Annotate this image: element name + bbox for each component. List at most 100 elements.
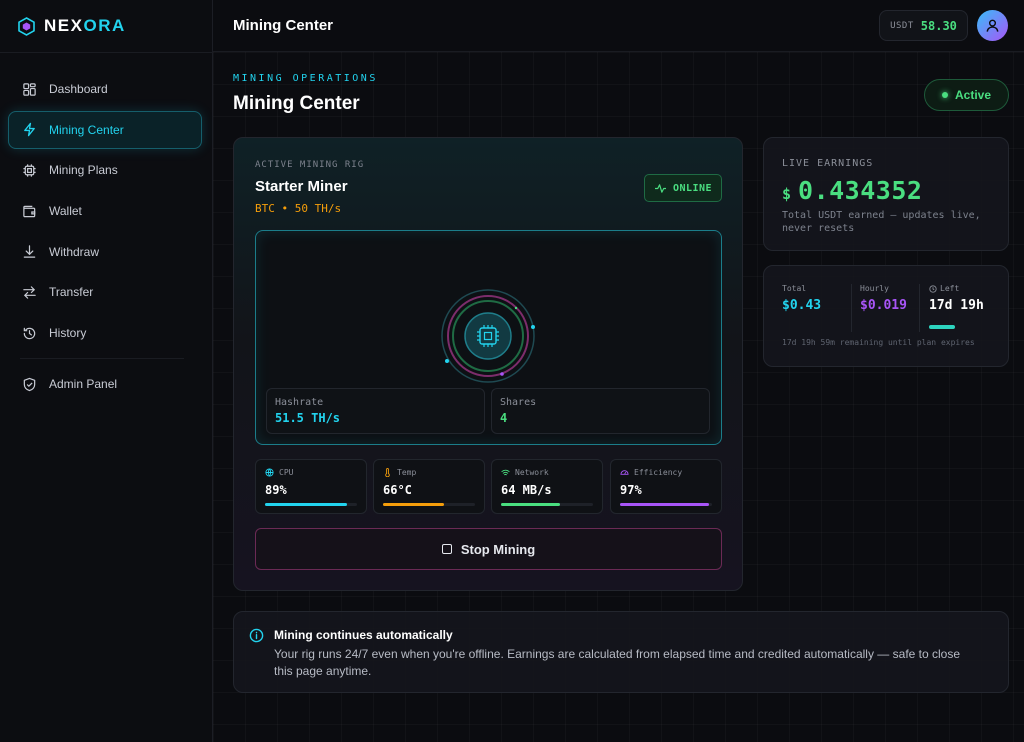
shares-stat: Shares 4: [491, 388, 710, 434]
sidebar-item-label: Withdraw: [49, 244, 100, 259]
balance-currency: USDT: [890, 20, 914, 31]
dashboard-icon: [23, 82, 36, 96]
status-badge: Active: [924, 79, 1009, 111]
rig-name: Starter Miner: [255, 178, 348, 195]
hashrate-stat: Hashrate 51.5 TH/s: [266, 388, 485, 434]
topbar-title: Mining Center: [233, 17, 333, 34]
total-label: Total: [782, 284, 807, 293]
download-icon: [23, 245, 36, 258]
sidebar-item-dashboard[interactable]: Dashboard: [8, 70, 202, 108]
sidebar-item-admin-panel[interactable]: Admin Panel: [8, 365, 202, 403]
earnings-value: 0.434352: [798, 176, 923, 205]
online-badge: ONLINE: [644, 174, 722, 202]
sidebar-item-mining-center[interactable]: Mining Center: [8, 110, 202, 149]
sidebar-item-label: History: [49, 326, 87, 341]
metric-bar: [383, 503, 475, 506]
metric-network: Network 64 MB/s: [491, 459, 603, 514]
sidebar-item-wallet[interactable]: Wallet: [8, 192, 202, 230]
brand-logo[interactable]: NEXORA: [18, 16, 126, 36]
hexagon-logo-icon: [18, 16, 35, 36]
hourly-stat: Hourly $0.019: [860, 284, 907, 313]
time-left-label-row: Left: [929, 284, 984, 293]
metric-bar-fill: [265, 503, 347, 506]
metric-bar-fill: [620, 503, 710, 506]
clock-icon: [929, 284, 937, 293]
sidebar-nav-divider: [20, 358, 184, 360]
metric-label: CPU: [279, 468, 294, 477]
sidebar-item-label: Dashboard: [49, 82, 108, 96]
sidebar-item-label: Admin Panel: [49, 377, 118, 392]
metric-efficiency: Efficiency 97%: [610, 459, 722, 514]
stop-icon: [441, 544, 452, 554]
metric-bar-fill: [501, 503, 560, 506]
status-dot-icon: [941, 92, 948, 98]
sidebar-nav: Dashboard Mining Center Mining Plans Wal…: [8, 70, 202, 406]
page-title: Mining Center: [233, 93, 360, 114]
shares-label: Shares: [500, 397, 537, 408]
online-label: ONLINE: [672, 182, 713, 194]
time-left-bar: [929, 325, 955, 329]
activity-icon: [654, 183, 666, 193]
time-left-label: Left: [940, 284, 960, 293]
balance-pill[interactable]: USDT 58.30: [879, 10, 968, 41]
stats-divider: [851, 284, 852, 332]
info-icon: [249, 628, 264, 643]
balance-value: 58.30: [920, 18, 957, 33]
topbar: Mining Center USDT 58.30: [213, 0, 1024, 52]
total-stat: Total $0.43: [782, 284, 821, 313]
sidebar-divider: [0, 52, 213, 53]
total-value: $0.43: [782, 298, 822, 313]
metric-bar: [620, 503, 712, 506]
stats-divider: [919, 284, 920, 332]
sidebar-item-mining-plans[interactable]: Mining Plans: [8, 151, 202, 189]
shield-icon: [23, 377, 36, 391]
sidebar: NEXORA Dashboard Mining Center Mining Pl…: [0, 0, 213, 742]
hashrate-value: 51.5 TH/s: [275, 411, 341, 425]
stop-mining-button[interactable]: Stop Mining: [255, 528, 722, 570]
sidebar-item-transfer[interactable]: Transfer: [8, 273, 202, 311]
time-left-value: 17d 19h: [929, 298, 984, 313]
sidebar-item-label: Transfer: [49, 285, 94, 300]
page-eyebrow: MINING OPERATIONS: [233, 73, 378, 84]
avatar[interactable]: [977, 10, 1008, 41]
metric-cpu: CPU 89%: [255, 459, 367, 514]
earnings-stats-card: Total $0.43 Hourly $0.019 Left 17d 19h 1…: [763, 265, 1009, 367]
rig-subtitle: BTC • 50 TH/s: [255, 202, 342, 215]
hourly-label: Hourly: [860, 284, 889, 293]
stop-mining-label: Stop Mining: [460, 541, 536, 557]
info-body: Your rig runs 24/7 even when you're offl…: [274, 647, 961, 678]
earnings-label: LIVE EARNINGS: [782, 158, 874, 169]
live-earnings-card: LIVE EARNINGS $ 0.434352 Total USDT earn…: [763, 137, 1009, 251]
metric-value: 66°C: [383, 483, 412, 497]
info-title: Mining continues automatically: [274, 628, 453, 642]
globe-icon: [265, 468, 274, 477]
metric-bar: [265, 503, 357, 506]
info-banner: Mining continues automatically Your rig …: [233, 611, 1009, 693]
history-icon: [23, 327, 36, 339]
metric-bar: [501, 503, 593, 506]
sidebar-item-label: Mining Plans: [49, 163, 118, 178]
metric-value: 97%: [620, 483, 642, 497]
earnings-amount: $ 0.434352: [782, 176, 922, 205]
time-left-stat: Left 17d 19h: [929, 284, 984, 313]
metric-label: Temp: [397, 468, 417, 477]
metric-value: 64 MB/s: [501, 483, 552, 497]
earnings-currency: $: [782, 185, 792, 203]
status-label: Active: [954, 88, 992, 102]
mining-rig-card: ACTIVE MINING RIG Starter Miner BTC • 50…: [233, 137, 743, 591]
remaining-text: 17d 19h 59m remaining until plan expires: [782, 338, 975, 347]
hashrate-label: Hashrate: [275, 397, 324, 408]
rig-eyebrow: ACTIVE MINING RIG: [255, 160, 365, 170]
sidebar-item-history[interactable]: History: [8, 314, 202, 352]
wallet-icon: [23, 205, 36, 217]
mining-core-animation: [441, 289, 535, 383]
sidebar-item-withdraw[interactable]: Withdraw: [8, 233, 202, 271]
gauge-icon: [620, 470, 629, 475]
main-content: MINING OPERATIONS Mining Center Active A…: [213, 52, 1024, 742]
user-icon: [986, 19, 999, 32]
earnings-note: Total USDT earned — updates live, never …: [782, 210, 981, 234]
transfer-icon: [23, 286, 36, 299]
mining-visualizer: Hashrate 51.5 TH/s Shares 4: [255, 230, 722, 445]
thermometer-icon: [385, 468, 390, 477]
lightning-icon: [24, 122, 35, 137]
